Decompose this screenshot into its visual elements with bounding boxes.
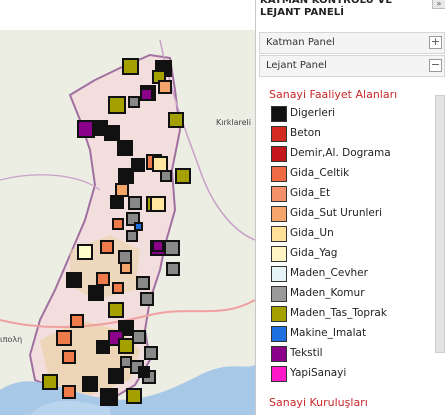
legend-label: Gida_Et xyxy=(290,187,331,199)
legend-swatch xyxy=(271,106,287,122)
industry-marker[interactable] xyxy=(138,366,150,378)
industry-marker[interactable] xyxy=(140,292,154,306)
collapse-icon[interactable]: − xyxy=(429,59,442,72)
legend-swatch xyxy=(271,366,287,382)
industry-marker[interactable] xyxy=(100,240,114,254)
industry-marker[interactable] xyxy=(128,196,142,210)
industry-marker[interactable] xyxy=(112,282,124,294)
industry-marker[interactable] xyxy=(77,244,93,260)
place-label-kirklareli: Kırklareli xyxy=(216,118,251,127)
industry-marker[interactable] xyxy=(117,140,133,156)
legend-swatch xyxy=(271,346,287,362)
legend-swatch xyxy=(271,306,287,322)
industry-marker[interactable] xyxy=(108,96,126,114)
legend-label: Gida_Un xyxy=(290,227,334,239)
industry-marker[interactable] xyxy=(134,222,143,231)
industry-marker[interactable] xyxy=(62,350,76,364)
industry-marker[interactable] xyxy=(100,388,118,406)
legend-label: Maden_Cevher xyxy=(290,267,368,279)
legend-next-section-title: Sanayi Kuruluşları xyxy=(269,396,368,409)
industry-marker[interactable] xyxy=(66,272,82,288)
industry-marker[interactable] xyxy=(175,168,191,184)
industry-marker[interactable] xyxy=(112,218,124,230)
industry-marker[interactable] xyxy=(88,285,104,301)
industry-marker[interactable] xyxy=(158,80,172,94)
industry-marker[interactable] xyxy=(108,302,124,318)
industry-marker[interactable] xyxy=(120,262,132,274)
industry-marker[interactable] xyxy=(164,240,180,256)
legend-label: Maden_Komur xyxy=(290,287,365,299)
legend-swatch xyxy=(271,266,287,282)
industry-marker[interactable] xyxy=(132,330,146,344)
industry-marker[interactable] xyxy=(82,376,98,392)
legend-content: Sanayi Faaliyet Alanları Digerleri Beton D… xyxy=(259,77,445,415)
legend-label: Gida_Yag xyxy=(290,247,338,259)
lejant-panel-header[interactable]: Lejant Panel − xyxy=(259,55,445,77)
industry-marker[interactable] xyxy=(42,374,58,390)
katman-panel-label: Katman Panel xyxy=(266,37,335,48)
layer-legend-panel: KATMAN KONTROLÜ VE LEJANT PANELİ » Katma… xyxy=(255,0,445,415)
industry-marker[interactable] xyxy=(144,346,158,360)
industry-marker[interactable] xyxy=(122,58,139,75)
legend-label: Makine_Imalat xyxy=(290,327,367,339)
legend-label: Digerleri xyxy=(290,107,336,119)
legend-scrollbar[interactable] xyxy=(435,95,445,353)
industry-marker[interactable] xyxy=(70,314,84,328)
legend-label: Gida_Sut Urunleri xyxy=(290,207,383,219)
industry-marker[interactable] xyxy=(104,125,120,141)
map-view[interactable]: Kırklareli ιπολη xyxy=(0,0,255,415)
legend-swatch xyxy=(271,326,287,342)
industry-marker[interactable] xyxy=(110,195,124,209)
legend-swatch xyxy=(271,186,287,202)
legend-swatch xyxy=(271,146,287,162)
industry-marker[interactable] xyxy=(160,170,172,182)
industry-marker[interactable] xyxy=(152,240,164,252)
industry-marker[interactable] xyxy=(136,276,150,290)
panel-collapse-button[interactable]: » xyxy=(432,0,445,9)
industry-marker[interactable] xyxy=(118,338,134,354)
legend-swatch xyxy=(271,226,287,242)
industry-marker[interactable] xyxy=(96,340,110,354)
katman-panel-header[interactable]: Katman Panel + xyxy=(259,32,445,54)
map-top-strip xyxy=(0,0,255,30)
industry-marker[interactable] xyxy=(168,112,184,128)
legend-swatch xyxy=(271,206,287,222)
legend-label: Beton xyxy=(290,127,321,139)
industry-marker[interactable] xyxy=(62,385,76,399)
industry-marker[interactable] xyxy=(56,330,72,346)
industry-marker[interactable] xyxy=(108,368,124,384)
industry-marker[interactable] xyxy=(120,356,132,368)
legend-label: YapiSanayi xyxy=(290,367,347,379)
legend-label: Maden_Tas_Toprak xyxy=(290,307,387,319)
legend-swatch xyxy=(271,126,287,142)
industry-marker[interactable] xyxy=(118,168,134,184)
industry-marker[interactable] xyxy=(96,272,110,286)
panel-title: KATMAN KONTROLÜ VE LEJANT PANELİ xyxy=(260,0,393,18)
legend-label: Demir,Al. Dograma xyxy=(290,147,391,159)
legend-swatch xyxy=(271,286,287,302)
expand-icon[interactable]: + xyxy=(429,36,442,49)
legend-swatch xyxy=(271,246,287,262)
industry-marker[interactable] xyxy=(150,196,166,212)
place-label-west: ιπολη xyxy=(0,335,23,344)
industry-marker[interactable] xyxy=(140,88,153,101)
legend-label: Gida_Celtik xyxy=(290,167,350,179)
legend-label: Tekstil xyxy=(290,347,323,359)
legend-swatch xyxy=(271,166,287,182)
legend-section-title: Sanayi Faaliyet Alanları xyxy=(269,88,398,101)
lejant-panel-label: Lejant Panel xyxy=(266,60,327,71)
industry-marker[interactable] xyxy=(166,262,180,276)
industry-marker[interactable] xyxy=(128,96,140,108)
industry-marker[interactable] xyxy=(126,230,138,242)
industry-marker[interactable] xyxy=(126,388,142,404)
